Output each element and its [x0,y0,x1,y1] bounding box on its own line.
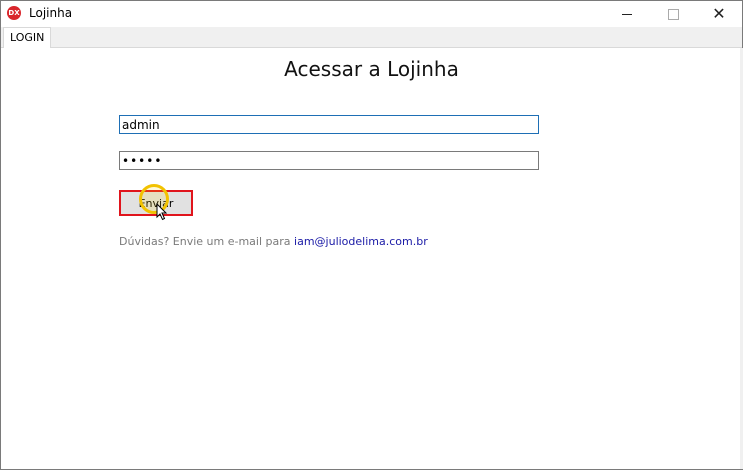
login-panel: Acessar a Lojinha Enviar Dúvidas? Envie … [1,48,742,469]
app-window: DX Lojinha ✕ LOGIN Acessar a Lojinha Env… [0,0,743,470]
tab-login[interactable]: LOGIN [3,27,52,48]
window-title: Lojinha [29,6,73,20]
close-button[interactable]: ✕ [696,1,742,27]
minimize-icon [622,13,632,15]
maximize-icon [667,8,679,20]
help-email-link[interactable]: iam@juliodelima.com.br [294,235,428,248]
help-text: Dúvidas? Envie um e-mail para iam@juliod… [119,235,428,248]
maximize-button[interactable] [650,1,696,27]
username-input[interactable] [119,115,539,134]
tab-strip: LOGIN [1,27,742,48]
mouse-pointer-icon [156,203,168,221]
close-icon: ✕ [712,4,726,23]
app-logo-icon: DX [7,6,21,20]
page-title: Acessar a Lojinha [284,57,459,81]
title-bar[interactable]: DX Lojinha ✕ [1,1,742,27]
help-label: Dúvidas? Envie um e-mail para [119,235,291,248]
password-input[interactable] [119,151,539,170]
minimize-button[interactable] [604,1,650,27]
